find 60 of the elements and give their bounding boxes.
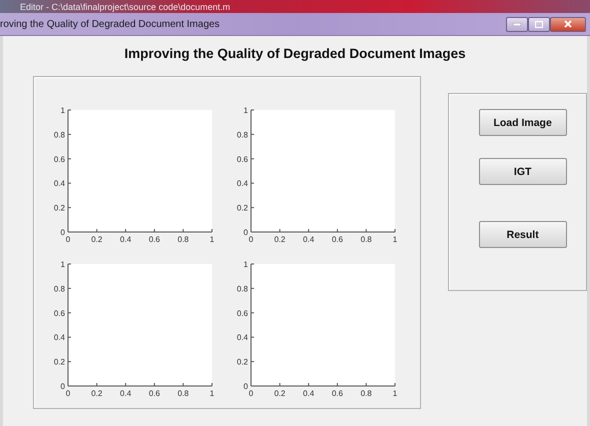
- tick-label: 0.8: [236, 284, 248, 294]
- minimize-button[interactable]: [506, 16, 528, 32]
- tick-label: 0.6: [148, 235, 160, 244]
- tick-label: 1: [392, 389, 398, 398]
- tick-label: 0.2: [236, 204, 248, 213]
- tick-label: 0.8: [54, 130, 65, 140]
- close-button[interactable]: [550, 16, 586, 32]
- tick-label: 0.2: [91, 235, 102, 244]
- tick-label: 0.8: [236, 130, 248, 140]
- tick-label: 1: [60, 260, 65, 269]
- tick-label: 0.6: [236, 308, 248, 318]
- tick-label: 0.4: [303, 235, 314, 244]
- window-title: roving the Quality of Degraded Document Images: [0, 18, 220, 30]
- tick-label: 0.8: [178, 235, 189, 244]
- tick-label: 0.2: [54, 204, 65, 213]
- tick-label: 0.6: [54, 308, 65, 318]
- tick-label: 0: [60, 382, 65, 391]
- tick-label: 0.4: [303, 389, 314, 398]
- tick-label: 0.2: [54, 358, 65, 367]
- window-title: Editor - C:\data\finalproject\source code\document.m: [20, 2, 230, 12]
- tick-label: 0.8: [54, 284, 65, 294]
- maximize-icon: [535, 20, 543, 28]
- tick-label: 0.8: [178, 389, 189, 398]
- tick-label: 0.6: [332, 235, 343, 244]
- tick-label: 0.6: [148, 389, 160, 398]
- maximize-button[interactable]: [528, 16, 550, 32]
- tick-label: 0.4: [120, 235, 132, 244]
- tick-label: 0.6: [332, 389, 343, 398]
- tick-label: 0.2: [91, 389, 102, 398]
- tick-label: 0: [244, 382, 248, 391]
- tick-label: 0.8: [360, 389, 372, 398]
- tick-label: 1: [210, 389, 214, 398]
- action-button[interactable]: IGT: [478, 158, 567, 185]
- tick-label: 1: [392, 235, 398, 244]
- tick-label: 1: [244, 106, 248, 115]
- tick-label: 1: [244, 260, 248, 269]
- action-button[interactable]: Result: [478, 221, 567, 248]
- tick-label: 0.4: [236, 179, 248, 188]
- tick-label: 0.4: [54, 333, 65, 342]
- tick-label: 0: [66, 389, 70, 398]
- tick-label: 0.4: [120, 389, 132, 398]
- tick-label: 0: [66, 235, 70, 244]
- tick-label: 0: [60, 228, 65, 237]
- tick-label: 1: [60, 106, 65, 115]
- tick-label: 0.2: [274, 389, 286, 398]
- tick-label: 0: [244, 228, 248, 237]
- tick-label: 1: [210, 235, 214, 244]
- tick-label: 0.8: [360, 235, 372, 244]
- app-heading: Improving the Quality of Degraded Document Images: [123, 45, 467, 63]
- action-button[interactable]: Load Image: [478, 109, 567, 136]
- tick-label: 0: [248, 389, 254, 398]
- tick-label: 0: [248, 235, 254, 244]
- tick-label: 0.6: [54, 154, 65, 164]
- tick-label: 0.4: [54, 179, 65, 188]
- tick-label: 0.2: [274, 235, 286, 244]
- close-icon: [564, 20, 572, 28]
- tick-label: 0.4: [236, 333, 248, 342]
- minimize-icon: [513, 22, 521, 26]
- tick-label: 0.6: [236, 154, 248, 164]
- tick-label: 0.2: [236, 358, 248, 367]
